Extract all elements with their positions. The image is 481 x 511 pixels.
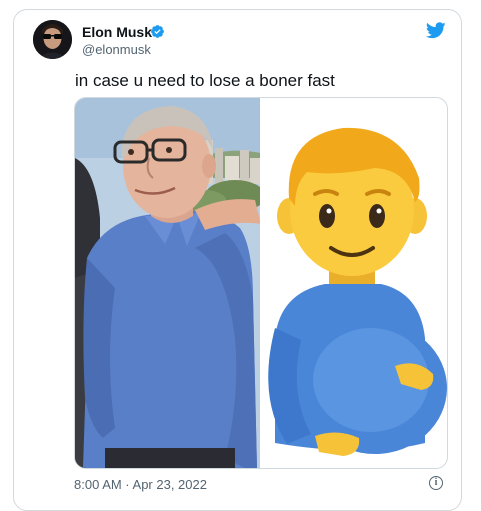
author-handle[interactable]: @elonmusk bbox=[82, 42, 151, 58]
tweet-timestamp[interactable]: 8:00 AM · Apr 23, 2022 bbox=[74, 477, 207, 492]
twitter-bird-icon[interactable] bbox=[426, 22, 446, 39]
author-name[interactable]: Elon Musk bbox=[82, 23, 152, 41]
tweet-media[interactable] bbox=[74, 97, 448, 469]
tweet-text: in case u need to lose a boner fast bbox=[75, 71, 335, 90]
verified-badge-icon bbox=[151, 25, 164, 38]
author-avatar[interactable] bbox=[33, 20, 72, 59]
info-icon[interactable]: i bbox=[429, 476, 443, 490]
pregnant-man-emoji bbox=[262, 98, 447, 468]
left-photo bbox=[75, 98, 265, 468]
